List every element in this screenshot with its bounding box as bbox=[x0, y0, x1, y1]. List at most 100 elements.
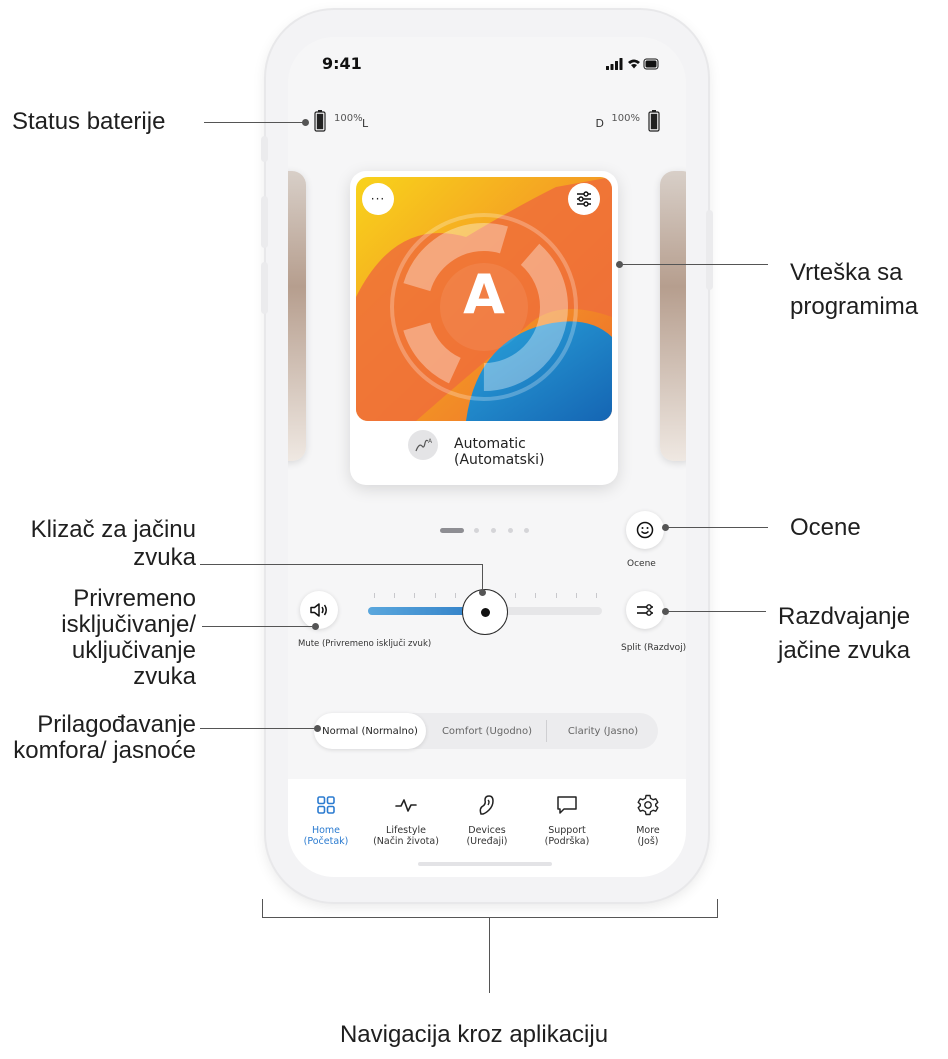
nav-label-lifestyle: Lifestyle (Način života) bbox=[373, 825, 439, 847]
volume-tick bbox=[414, 593, 416, 598]
segment-clarity[interactable]: Clarity (Jasno) bbox=[548, 713, 658, 749]
battery-right-side: D bbox=[595, 117, 604, 130]
volume-tick bbox=[535, 593, 537, 598]
speaker-icon bbox=[310, 603, 327, 617]
split-icon bbox=[637, 604, 653, 616]
gear-icon bbox=[637, 794, 659, 816]
volume-tick bbox=[555, 593, 557, 598]
annotation-app-navigation: Navigacija kroz aplikaciju bbox=[339, 1021, 609, 1048]
smiley-icon bbox=[636, 521, 654, 539]
phone-side-button bbox=[261, 262, 268, 314]
leader-dot bbox=[302, 119, 309, 126]
battery-right-percent: 100% bbox=[611, 113, 640, 124]
nav-item-lifestyle[interactable]: Lifestyle (Način života) bbox=[368, 793, 444, 847]
annotation-ratings: Ocene bbox=[790, 514, 861, 541]
nav-label-support: Support (Podrška) bbox=[544, 825, 590, 847]
segment-comfort[interactable]: Comfort (Ugodno) bbox=[428, 713, 546, 749]
segment-normal[interactable]: Normal (Normalno) bbox=[314, 713, 426, 749]
leader-dot bbox=[312, 623, 319, 630]
rating-button[interactable] bbox=[626, 511, 664, 549]
leader-line bbox=[204, 122, 306, 123]
home-grid-icon bbox=[317, 796, 335, 814]
carousel-dot[interactable] bbox=[491, 528, 496, 533]
volume-tick bbox=[374, 593, 375, 598]
battery-left-side: L bbox=[362, 117, 369, 130]
bracket-line bbox=[262, 917, 718, 918]
comfort-clarity-control: Normal (Normalno) Comfort (Ugodno) Clari… bbox=[314, 713, 658, 749]
leader-dot bbox=[662, 608, 669, 615]
leader-line bbox=[482, 564, 483, 592]
sliders-icon bbox=[577, 191, 591, 207]
bottom-navigation: Home (Početak) Lifestyle (Način života) … bbox=[288, 779, 686, 877]
status-icons bbox=[606, 55, 660, 74]
leader-dot bbox=[314, 725, 321, 732]
status-time: 9:41 bbox=[322, 54, 362, 73]
program-name: Automatic (Automatski) bbox=[454, 436, 545, 468]
leader-dot bbox=[662, 524, 669, 531]
annotation-mute-toggle: Privremeno isključivanje/ uključivanje z… bbox=[61, 585, 196, 690]
pulse-icon bbox=[395, 799, 417, 812]
volume-tick bbox=[575, 593, 577, 598]
home-indicator bbox=[418, 862, 552, 866]
battery-icon bbox=[314, 110, 326, 132]
program-settings-button[interactable] bbox=[568, 183, 600, 215]
phone-side-button bbox=[706, 210, 713, 290]
leader-dot bbox=[479, 589, 486, 596]
chat-bubble-icon bbox=[557, 796, 577, 814]
mute-button[interactable] bbox=[300, 591, 338, 629]
hearing-aid-icon bbox=[479, 795, 494, 815]
annotation-battery-status: Status baterije bbox=[12, 108, 166, 135]
svg-text:A: A bbox=[428, 438, 433, 445]
leader-line bbox=[200, 728, 318, 729]
phone-side-button bbox=[261, 136, 268, 162]
nav-item-devices[interactable]: Devices (Uređaji) bbox=[449, 793, 525, 847]
volume-slider-knob[interactable] bbox=[462, 589, 508, 635]
carousel-prev-card[interactable] bbox=[288, 171, 306, 461]
leader-line bbox=[200, 564, 482, 565]
nav-item-home[interactable]: Home (Početak) bbox=[288, 793, 364, 847]
program-artwork: A bbox=[356, 177, 612, 421]
program-card[interactable]: A ··· A Automatic (Automatski) bbox=[350, 171, 618, 485]
nav-item-more[interactable]: More (Još) bbox=[610, 793, 686, 847]
segment-divider bbox=[546, 720, 547, 742]
annotation-comfort-clarity: Prilagođavanje komfora/ jasnoće bbox=[13, 711, 196, 764]
battery-icon bbox=[648, 110, 660, 132]
volume-tick bbox=[434, 593, 436, 598]
split-label: Split (Razdvoj) bbox=[621, 643, 686, 653]
bracket-line bbox=[489, 917, 490, 993]
leader-line bbox=[202, 626, 312, 627]
volume-tick bbox=[454, 593, 456, 598]
mute-label: Mute (Privremeno isključi zvuk) bbox=[298, 639, 432, 649]
leader-line bbox=[666, 527, 768, 528]
automatic-program-icon: A bbox=[408, 430, 438, 460]
carousel-dot[interactable] bbox=[474, 528, 479, 533]
nav-label-more: More (Još) bbox=[636, 825, 660, 847]
carousel-next-card[interactable] bbox=[660, 171, 686, 461]
leader-line bbox=[666, 611, 766, 612]
rating-label: Ocene bbox=[627, 559, 656, 569]
volume-tick bbox=[515, 593, 517, 598]
phone-side-button bbox=[261, 196, 268, 248]
battery-left-percent: 100% bbox=[334, 113, 363, 124]
knob-dot-icon bbox=[480, 607, 490, 617]
program-letter: A bbox=[463, 263, 505, 326]
carousel-dot[interactable] bbox=[524, 528, 529, 533]
carousel-dot-active[interactable] bbox=[440, 528, 464, 533]
nav-item-support[interactable]: Support (Podrška) bbox=[529, 793, 605, 847]
leader-line bbox=[620, 264, 768, 265]
carousel-dot[interactable] bbox=[508, 528, 513, 533]
nav-label-home: Home (Početak) bbox=[303, 825, 349, 847]
app-screen: 9:41 100% L D 100% A ··· A Automatic (Au… bbox=[288, 37, 686, 877]
volume-tick bbox=[596, 593, 597, 598]
nav-label-devices: Devices (Uređaji) bbox=[466, 825, 508, 847]
ellipsis-icon: ··· bbox=[370, 192, 386, 206]
bracket-line bbox=[717, 899, 718, 918]
annotation-volume-split: Razdvajanje jačine zvuka bbox=[778, 603, 911, 664]
annotation-volume-slider: Klizač za jačinu zvuka bbox=[30, 516, 196, 571]
more-options-button[interactable]: ··· bbox=[362, 183, 394, 215]
volume-tick bbox=[394, 593, 396, 598]
bracket-line bbox=[262, 899, 263, 918]
annotation-program-carousel: Vrteška sa programima bbox=[790, 259, 919, 320]
split-volume-button[interactable] bbox=[626, 591, 664, 629]
leader-dot bbox=[616, 261, 623, 268]
